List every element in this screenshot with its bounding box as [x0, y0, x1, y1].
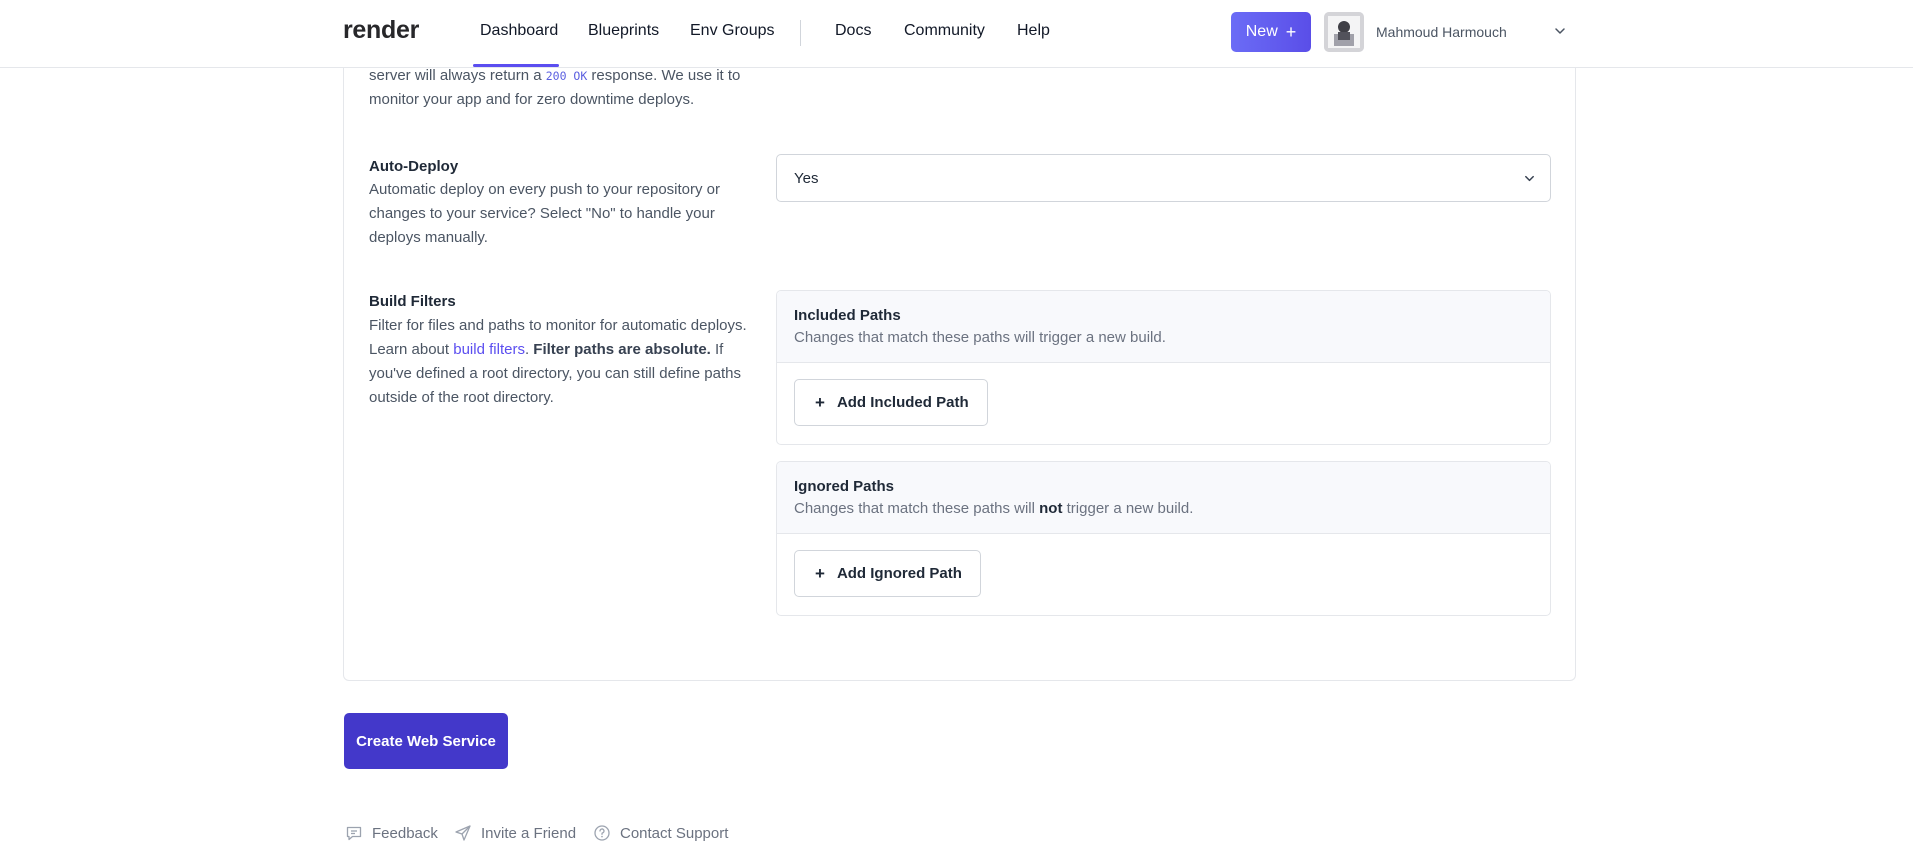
included-paths-body: + Add Included Path — [777, 363, 1550, 444]
nav-divider — [800, 20, 801, 46]
plus-icon: + — [815, 393, 825, 412]
nav-help[interactable]: Help — [1017, 22, 1050, 40]
ignored-paths-title: Ignored Paths — [794, 478, 895, 495]
new-button-label: New — [1245, 23, 1278, 40]
chevron-down-icon — [1525, 175, 1534, 182]
build-filters-link[interactable]: build filters — [453, 341, 525, 358]
help-circle-icon — [594, 825, 610, 841]
feedback-link[interactable]: Feedback — [345, 824, 438, 842]
add-ignored-path-label: Add Ignored Path — [836, 565, 962, 582]
invite-friend-link[interactable]: Invite a Friend — [454, 824, 576, 842]
build-filters-label: Build Filters — [369, 293, 456, 310]
health-desc-text: server will always return a — [369, 67, 546, 84]
included-paths-panel: Included Paths Changes that match these … — [776, 290, 1551, 445]
auto-deploy-description: Automatic deploy on every push to your r… — [369, 181, 721, 246]
send-icon — [455, 825, 471, 841]
included-paths-title: Included Paths — [794, 307, 901, 324]
add-included-path-button[interactable]: + Add Included Path — [794, 379, 988, 426]
top-navigation: render Dashboard Blueprints Env Groups D… — [0, 0, 1913, 68]
ignored-sub-text-2: trigger a new build. — [1062, 500, 1194, 517]
included-paths-header: Included Paths Changes that match these … — [777, 291, 1550, 363]
build-filters-description: Filter for files and paths to monitor fo… — [369, 314, 749, 410]
avatar-image — [1324, 12, 1364, 52]
nav-community[interactable]: Community — [904, 22, 985, 40]
invite-label: Invite a Friend — [481, 824, 577, 842]
add-included-path-label: Add Included Path — [836, 394, 969, 411]
ignored-sub-bold: not — [1039, 500, 1063, 517]
contact-support-link[interactable]: Contact Support — [593, 824, 728, 842]
chevron-down-icon[interactable] — [1553, 24, 1567, 38]
plus-icon: + — [1285, 22, 1297, 42]
auto-deploy-select[interactable]: Yes — [776, 154, 1551, 202]
health-check-description: server will always return a 200 OK respo… — [369, 64, 749, 112]
ignored-paths-panel: Ignored Paths Changes that match these p… — [776, 461, 1551, 616]
create-web-service-button[interactable]: Create Web Service — [344, 713, 508, 769]
included-paths-subtitle: Changes that match these paths will trig… — [794, 329, 1166, 346]
feedback-label: Feedback — [372, 824, 438, 842]
nav-docs[interactable]: Docs — [835, 22, 871, 40]
ignored-sub-text: Changes that match these paths will — [794, 500, 1040, 517]
avatar[interactable] — [1324, 12, 1364, 52]
render-logo[interactable]: render — [343, 16, 419, 45]
support-label: Contact Support — [620, 824, 729, 842]
nav-dashboard[interactable]: Dashboard — [480, 22, 558, 40]
nav-blueprints[interactable]: Blueprints — [588, 22, 659, 40]
ignored-paths-body: + Add Ignored Path — [777, 534, 1550, 615]
nav-env-groups[interactable]: Env Groups — [690, 22, 774, 40]
active-tab-indicator — [473, 64, 559, 67]
new-button[interactable]: New + — [1231, 12, 1311, 52]
auto-deploy-label: Auto-Deploy — [369, 158, 459, 175]
user-name[interactable]: Mahmoud Harmouch — [1376, 24, 1507, 40]
ignored-paths-subtitle: Changes that match these paths will not … — [794, 497, 1533, 521]
auto-deploy-selected-value: Yes — [794, 169, 819, 187]
status-code: 200 OK — [545, 69, 588, 83]
feedback-icon — [346, 826, 362, 841]
build-filters-strong: Filter paths are absolute. — [533, 341, 711, 358]
ignored-paths-header: Ignored Paths Changes that match these p… — [777, 462, 1550, 534]
add-ignored-path-button[interactable]: + Add Ignored Path — [794, 550, 981, 597]
plus-icon: + — [815, 564, 825, 583]
